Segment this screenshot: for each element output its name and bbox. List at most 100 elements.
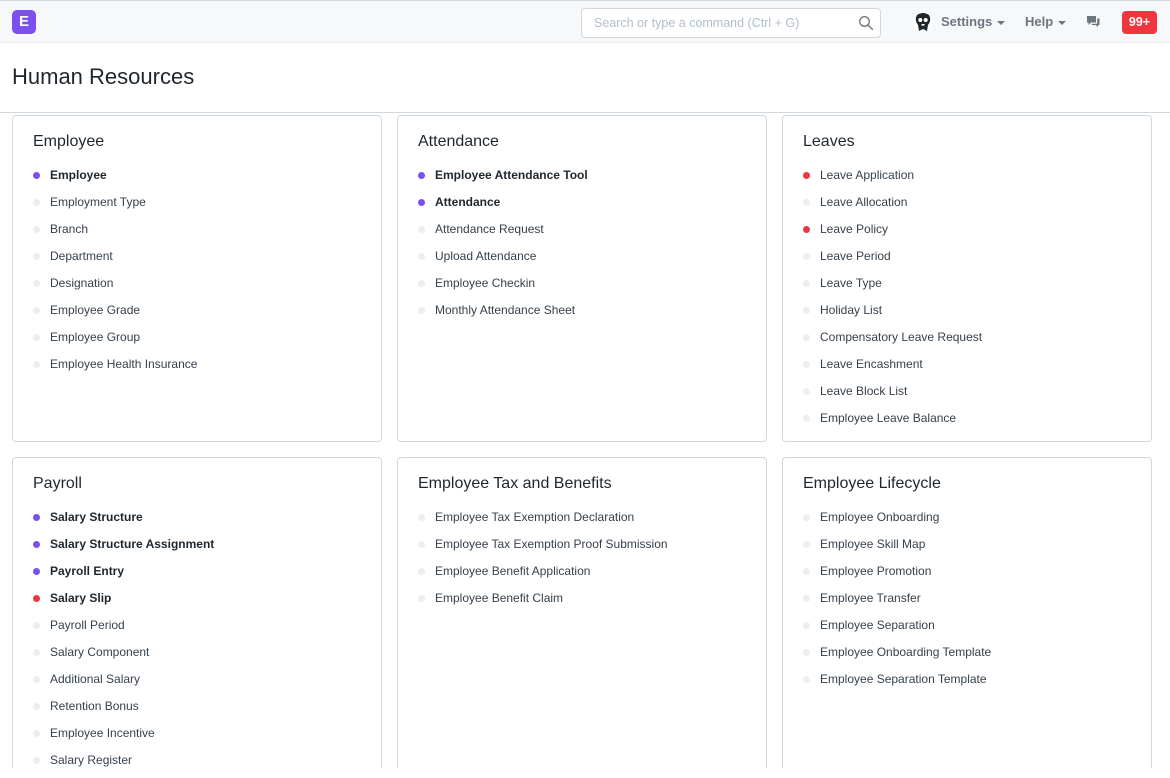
chat-icon[interactable] xyxy=(1085,14,1101,30)
card-link-salary-register[interactable]: Salary Register xyxy=(33,751,214,778)
card-link-label[interactable]: Payroll Entry xyxy=(50,562,124,580)
app-logo[interactable]: E xyxy=(12,10,36,34)
card-link-salary-structure-assignment[interactable]: Salary Structure Assignment xyxy=(33,535,214,562)
card-link-label[interactable]: Branch xyxy=(50,220,88,238)
card-link-label[interactable]: Employee Attendance Tool xyxy=(435,166,588,184)
card-link-label[interactable]: Employee Onboarding Template xyxy=(820,643,991,661)
help-dropdown[interactable]: Help xyxy=(1025,14,1067,29)
card-link-employee[interactable]: Employee xyxy=(33,166,197,193)
card-link-label[interactable]: Leave Block List xyxy=(820,382,907,400)
card-link-label[interactable]: Holiday List xyxy=(820,301,882,319)
card-link-branch[interactable]: Branch xyxy=(33,220,197,247)
card-link-label[interactable]: Employee Separation xyxy=(820,616,935,634)
card-link-leave-allocation[interactable]: Leave Allocation xyxy=(803,193,982,220)
card-link-employee-grade[interactable]: Employee Grade xyxy=(33,301,197,328)
card-link-employee-checkin[interactable]: Employee Checkin xyxy=(418,274,588,301)
card-link-attendance-request[interactable]: Attendance Request xyxy=(418,220,588,247)
card-link-label[interactable]: Salary Structure xyxy=(50,508,143,526)
card-link-employee-benefit-claim[interactable]: Employee Benefit Claim xyxy=(418,589,668,616)
card-link-label[interactable]: Leave Allocation xyxy=(820,193,907,211)
card-link-leave-application[interactable]: Leave Application xyxy=(803,166,982,193)
settings-dropdown[interactable]: Settings xyxy=(941,14,1006,29)
card-link-label[interactable]: Employee Health Insurance xyxy=(50,355,197,373)
card-link-label[interactable]: Retention Bonus xyxy=(50,697,139,715)
card-link-label[interactable]: Attendance Request xyxy=(435,220,544,238)
card-link-employee-promotion[interactable]: Employee Promotion xyxy=(803,562,991,589)
search-box[interactable] xyxy=(581,8,881,38)
card-link-label[interactable]: Employee Checkin xyxy=(435,274,535,292)
card-link-employee-onboarding-template[interactable]: Employee Onboarding Template xyxy=(803,643,991,670)
card-link-label[interactable]: Employee Skill Map xyxy=(820,535,925,553)
card-link-compensatory-leave-request[interactable]: Compensatory Leave Request xyxy=(803,328,982,355)
card-link-leave-encashment[interactable]: Leave Encashment xyxy=(803,355,982,382)
card-link-attendance[interactable]: Attendance xyxy=(418,193,588,220)
card-link-salary-component[interactable]: Salary Component xyxy=(33,643,214,670)
card-link-upload-attendance[interactable]: Upload Attendance xyxy=(418,247,588,274)
card-link-employee-tax-exemption-declaration[interactable]: Employee Tax Exemption Declaration xyxy=(418,508,668,535)
card-link-label[interactable]: Employee Tax Exemption Proof Submission xyxy=(435,535,668,553)
card-link-label[interactable]: Salary Structure Assignment xyxy=(50,535,214,553)
card-link-label[interactable]: Salary Register xyxy=(50,751,132,769)
card-link-label[interactable]: Monthly Attendance Sheet xyxy=(435,301,575,319)
card-link-label[interactable]: Additional Salary xyxy=(50,670,140,688)
card-link-employee-health-insurance[interactable]: Employee Health Insurance xyxy=(33,355,197,382)
card-link-label[interactable]: Employee Incentive xyxy=(50,724,155,742)
card-link-additional-salary[interactable]: Additional Salary xyxy=(33,670,214,697)
card-link-designation[interactable]: Designation xyxy=(33,274,197,301)
user-avatar[interactable] xyxy=(912,11,934,33)
card-link-employee-skill-map[interactable]: Employee Skill Map xyxy=(803,535,991,562)
card-link-label[interactable]: Leave Type xyxy=(820,274,882,292)
card-link-label[interactable]: Attendance xyxy=(435,193,500,211)
card-link-leave-type[interactable]: Leave Type xyxy=(803,274,982,301)
card-link-label[interactable]: Employee Group xyxy=(50,328,140,346)
status-dot-icon xyxy=(33,729,40,737)
card-link-label[interactable]: Employee Separation Template xyxy=(820,670,987,688)
card-link-monthly-attendance-sheet[interactable]: Monthly Attendance Sheet xyxy=(418,301,588,328)
card-link-employee-attendance-tool[interactable]: Employee Attendance Tool xyxy=(418,166,588,193)
card-link-label[interactable]: Leave Encashment xyxy=(820,355,923,373)
card-link-payroll-entry[interactable]: Payroll Entry xyxy=(33,562,214,589)
card-link-department[interactable]: Department xyxy=(33,247,197,274)
card-link-salary-slip[interactable]: Salary Slip xyxy=(33,589,214,616)
card-link-label[interactable]: Leave Period xyxy=(820,247,891,265)
card-link-label[interactable]: Leave Policy xyxy=(820,220,888,238)
card-link-label[interactable]: Employee Leave Balance xyxy=(820,409,956,427)
card-link-label[interactable]: Employee Promotion xyxy=(820,562,931,580)
search-input[interactable] xyxy=(592,9,856,37)
card-link-label[interactable]: Payroll Period xyxy=(50,616,125,634)
card-link-employee-tax-exemption-proof-submission[interactable]: Employee Tax Exemption Proof Submission xyxy=(418,535,668,562)
notification-badge[interactable]: 99+ xyxy=(1122,11,1157,34)
card-link-employee-leave-balance[interactable]: Employee Leave Balance xyxy=(803,409,982,436)
card-link-employee-onboarding[interactable]: Employee Onboarding xyxy=(803,508,991,535)
card-link-label[interactable]: Employee xyxy=(50,166,107,184)
card-link-label[interactable]: Upload Attendance xyxy=(435,247,536,265)
card-link-label[interactable]: Employee Transfer xyxy=(820,589,921,607)
card-link-label[interactable]: Employee Tax Exemption Declaration xyxy=(435,508,634,526)
card-link-label[interactable]: Designation xyxy=(50,274,113,292)
card-link-leave-period[interactable]: Leave Period xyxy=(803,247,982,274)
card-link-label[interactable]: Compensatory Leave Request xyxy=(820,328,982,346)
card-link-label[interactable]: Salary Component xyxy=(50,643,149,661)
card-link-label[interactable]: Employee Grade xyxy=(50,301,140,319)
card-link-leave-policy[interactable]: Leave Policy xyxy=(803,220,982,247)
card-link-employee-incentive[interactable]: Employee Incentive xyxy=(33,724,214,751)
card-link-label[interactable]: Employee Benefit Application xyxy=(435,562,590,580)
card-link-employment-type[interactable]: Employment Type xyxy=(33,193,197,220)
card-link-label[interactable]: Department xyxy=(50,247,113,265)
card-link-label[interactable]: Leave Application xyxy=(820,166,914,184)
card-link-label[interactable]: Employment Type xyxy=(50,193,146,211)
card-link-holiday-list[interactable]: Holiday List xyxy=(803,301,982,328)
search-icon[interactable] xyxy=(858,15,874,31)
card-link-employee-separation-template[interactable]: Employee Separation Template xyxy=(803,670,991,697)
card-link-employee-group[interactable]: Employee Group xyxy=(33,328,197,355)
card-link-salary-structure[interactable]: Salary Structure xyxy=(33,508,214,535)
card-link-label[interactable]: Employee Benefit Claim xyxy=(435,589,563,607)
card-link-employee-separation[interactable]: Employee Separation xyxy=(803,616,991,643)
card-link-employee-benefit-application[interactable]: Employee Benefit Application xyxy=(418,562,668,589)
card-link-leave-block-list[interactable]: Leave Block List xyxy=(803,382,982,409)
card-link-label[interactable]: Salary Slip xyxy=(50,589,111,607)
card-link-retention-bonus[interactable]: Retention Bonus xyxy=(33,697,214,724)
card-link-label[interactable]: Employee Onboarding xyxy=(820,508,939,526)
card-link-employee-transfer[interactable]: Employee Transfer xyxy=(803,589,991,616)
card-link-payroll-period[interactable]: Payroll Period xyxy=(33,616,214,643)
